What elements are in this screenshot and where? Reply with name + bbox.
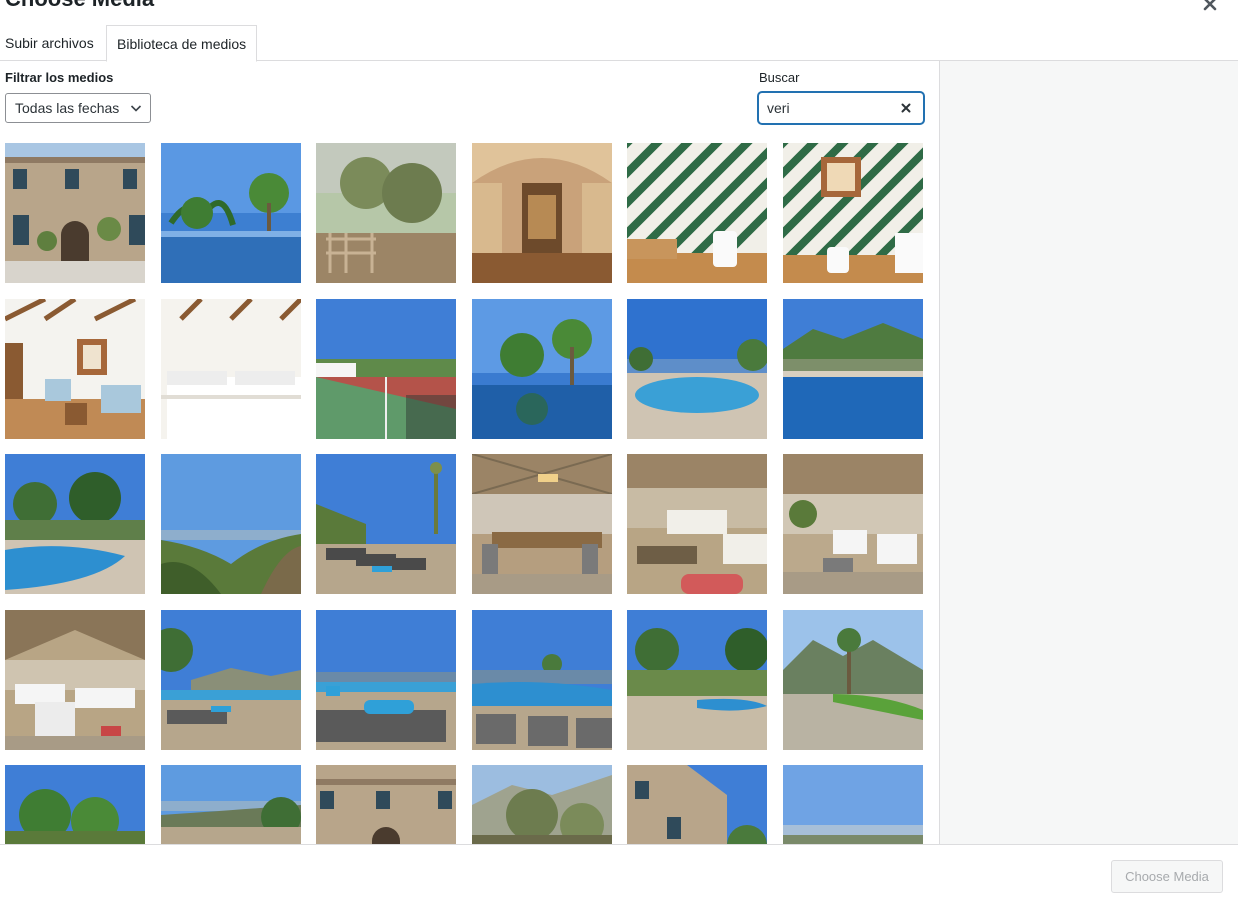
media-item-olive-grove[interactable] xyxy=(472,765,612,844)
media-item-loungers-mountains[interactable] xyxy=(161,610,301,750)
filter-label: Filtrar los medios xyxy=(5,70,114,85)
tab-media-library[interactable]: Biblioteca de medios xyxy=(106,25,258,62)
media-item-garden-trees[interactable] xyxy=(5,765,145,844)
media-item-stone-house-facade[interactable] xyxy=(5,143,145,283)
media-item-pool-terrace-chairs[interactable] xyxy=(472,610,612,750)
media-grid xyxy=(5,143,935,844)
date-filter-select[interactable]: Todas las fechas xyxy=(5,93,151,123)
media-modal: Choose Media Subir archivos Biblioteca d… xyxy=(0,0,1238,903)
tab-upload-files[interactable]: Subir archivos xyxy=(5,25,94,61)
media-item-pergola-lounge[interactable] xyxy=(627,454,767,594)
media-item-infinity-pool-sea[interactable] xyxy=(627,299,767,439)
media-item-house-facade-door[interactable] xyxy=(316,765,456,844)
media-item-house-side-view[interactable] xyxy=(627,765,767,844)
media-item-living-room-chairs[interactable] xyxy=(5,299,145,439)
media-item-pool-palms-reflection[interactable] xyxy=(472,299,612,439)
media-item-infinity-pool-palms[interactable] xyxy=(161,143,301,283)
media-item-terrace-sea-view[interactable] xyxy=(161,765,301,844)
media-item-twin-bedroom[interactable] xyxy=(161,299,301,439)
media-item-pool-garden[interactable] xyxy=(5,454,145,594)
media-item-valley-sea-view[interactable] xyxy=(161,454,301,594)
chevron-down-icon xyxy=(130,105,142,112)
media-item-olive-trees-gate[interactable] xyxy=(316,143,456,283)
modal-footer xyxy=(0,844,1238,903)
media-item-wine-cellar-arch[interactable] xyxy=(472,143,612,283)
media-item-tennis-court[interactable] xyxy=(316,299,456,439)
search-label: Buscar xyxy=(759,70,800,85)
media-tabs: Subir archivos Biblioteca de medios xyxy=(0,25,1238,62)
media-item-pergola-dining[interactable] xyxy=(472,454,612,594)
media-item-pool-mountain-view[interactable] xyxy=(783,299,923,439)
media-item-lawn-palm-mountains[interactable] xyxy=(783,610,923,750)
media-item-sun-loungers-terrace[interactable] xyxy=(316,454,456,594)
media-item-pergola-seating[interactable] xyxy=(783,454,923,594)
clear-search-icon[interactable] xyxy=(899,101,913,115)
choose-media-button[interactable]: Choose Media xyxy=(1111,860,1223,893)
date-filter-value: Todas las fechas xyxy=(15,100,120,116)
media-item-green-striped-bathroom[interactable] xyxy=(627,143,767,283)
media-item-loungers-blue-cushions[interactable] xyxy=(316,610,456,750)
media-item-pergola-sofas[interactable] xyxy=(5,610,145,750)
media-item-pool-terrace-trees[interactable] xyxy=(627,610,767,750)
close-icon[interactable] xyxy=(1200,0,1220,14)
attachment-details-sidebar xyxy=(939,61,1238,844)
media-item-sky-horizon[interactable] xyxy=(783,765,923,844)
modal-title: Choose Media xyxy=(5,0,154,12)
media-item-striped-bathroom-window[interactable] xyxy=(783,143,923,283)
